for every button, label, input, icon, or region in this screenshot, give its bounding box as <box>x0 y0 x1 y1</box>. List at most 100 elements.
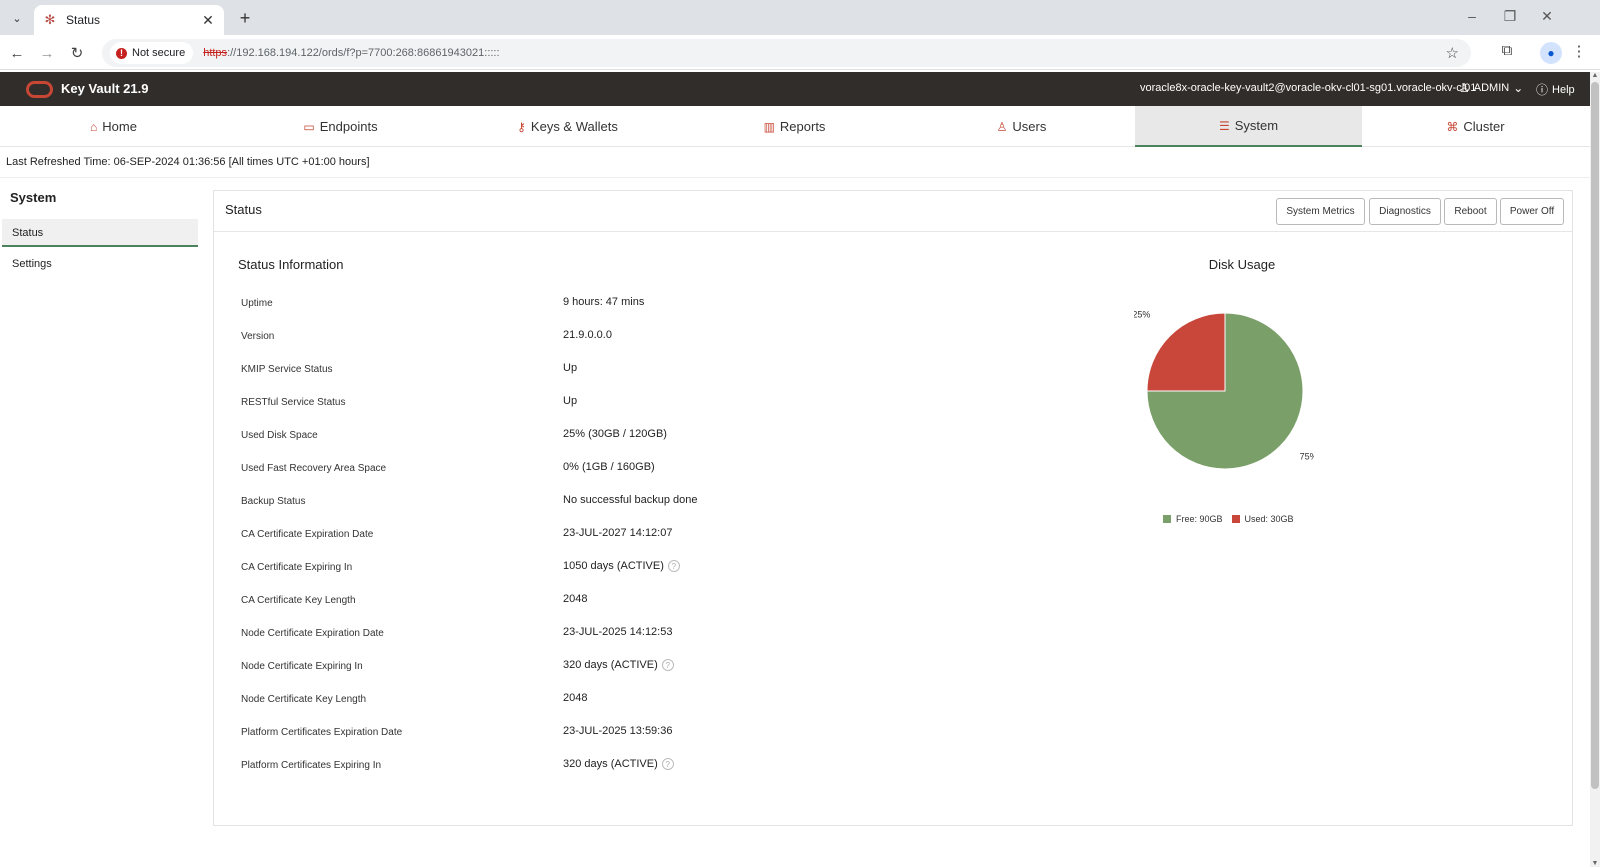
chevron-down-icon: ⌄ <box>1513 81 1524 95</box>
nav-label: Endpoints <box>319 119 378 134</box>
help-question-icon[interactable]: ? <box>667 560 680 572</box>
site-security-chip[interactable]: ! Not secure <box>110 42 194 64</box>
close-window-icon[interactable]: ✕ <box>1537 8 1557 25</box>
browser-tab-bar: ⌄ ✻ Status ✕ + – ❐ ✕ <box>0 0 1600 35</box>
legend-swatch-used <box>1231 515 1240 523</box>
reload-icon[interactable]: ↻ <box>66 42 88 64</box>
profile-avatar-icon[interactable]: ● <box>1540 42 1562 64</box>
pie-percent-label: 75% <box>1300 452 1314 462</box>
status-row: Node Certificate Key Length 2048 <box>241 690 941 710</box>
back-arrow-icon[interactable]: ← <box>6 42 28 64</box>
nav-tab-cluster[interactable]: ⌘ Cluster <box>1362 106 1589 147</box>
user-icon: ♙ <box>996 119 1008 134</box>
legend-item: Free: 90GB <box>1163 514 1223 524</box>
row-label: Used Fast Recovery Area Space <box>241 463 387 474</box>
panel-header: Status System Metrics Diagnostics Reboot… <box>214 191 1572 232</box>
help-label: Help <box>1552 83 1575 96</box>
help-circle-icon: ⓘ <box>1536 83 1549 97</box>
pie-percent-label: 25% <box>1134 309 1150 319</box>
system-metrics-button[interactable]: System Metrics <box>1276 198 1365 225</box>
url-text[interactable]: https://192.168.194.122/ords/f?p=7700:26… <box>203 47 499 59</box>
row-value: 320 days (ACTIVE)? <box>563 758 674 770</box>
nav-label: Cluster <box>1463 119 1505 134</box>
home-icon: ⌂ <box>90 119 98 134</box>
tab-title: Status <box>66 13 101 27</box>
network-icon: ⌘ <box>1446 119 1459 134</box>
help-link[interactable]: ⓘ Help <box>1536 81 1575 98</box>
row-value: 320 days (ACTIVE)? <box>563 659 674 671</box>
admin-label: ADMIN <box>1473 82 1510 94</box>
tab-search-chevron-icon[interactable]: ⌄ <box>6 7 28 29</box>
power-off-button[interactable]: Power Off <box>1500 198 1564 225</box>
diagnostics-button[interactable]: Diagnostics <box>1369 198 1441 225</box>
scroll-thumb[interactable] <box>1591 82 1599 789</box>
status-row: Uptime 9 hours: 47 mins <box>241 294 941 314</box>
sidebar-title: System <box>10 190 57 205</box>
nav-tab-endpoints[interactable]: ▭ Endpoints <box>227 106 454 147</box>
row-label: Node Certificate Expiration Date <box>241 628 384 639</box>
row-label: Backup Status <box>241 496 306 507</box>
row-label: Node Certificate Expiring In <box>241 661 363 672</box>
row-value: 23-JUL-2027 14:12:07 <box>563 527 673 539</box>
oracle-logo-icon <box>26 81 53 98</box>
new-tab-button[interactable]: + <box>234 7 256 29</box>
pie-slice-used[interactable] <box>1146 312 1226 392</box>
last-refreshed-text: Last Refreshed Time: 06-SEP-2024 01:36:5… <box>6 156 370 168</box>
monitor-icon: ▭ <box>303 119 315 134</box>
status-row: RESTful Service Status Up <box>241 393 941 413</box>
browser-tab[interactable]: ✻ Status ✕ <box>34 5 224 35</box>
minimize-window-icon[interactable]: – <box>1462 8 1482 24</box>
admin-user-menu[interactable]: ♙ ADMIN ⌄ <box>1459 81 1523 95</box>
legend-label: Used: 30GB <box>1244 514 1294 524</box>
help-question-icon[interactable]: ? <box>661 758 674 770</box>
status-row: Backup Status No successful backup done <box>241 492 941 512</box>
nav-tab-system[interactable]: ☰ System <box>1135 106 1362 147</box>
nav-tab-home[interactable]: ⌂ Home <box>0 106 227 147</box>
row-value: 0% (1GB / 160GB) <box>563 461 655 473</box>
tab-close-icon[interactable]: ✕ <box>200 12 216 29</box>
nav-label: Keys & Wallets <box>530 119 618 134</box>
page-scrollbar[interactable]: ▲ ▼ <box>1590 72 1600 867</box>
row-value: 2048 <box>563 692 588 704</box>
connected-user-string: voracle8x-oracle-key-vault2@voracle-okv-… <box>1140 82 1477 94</box>
legend-swatch-free <box>1163 515 1171 523</box>
status-panel: Status System Metrics Diagnostics Reboot… <box>213 190 1573 826</box>
status-row: Node Certificate Expiring In 320 days (A… <box>241 657 941 677</box>
sidebar-item-settings[interactable]: Settings <box>2 250 198 278</box>
row-label: RESTful Service Status <box>241 397 346 408</box>
row-label: Used Disk Space <box>241 430 318 441</box>
legend-item: Used: 30GB <box>1231 514 1294 524</box>
row-label: Node Certificate Key Length <box>241 694 367 705</box>
extensions-icon[interactable]: ⧉ <box>1496 42 1518 59</box>
address-bar[interactable]: ! Not secure https://192.168.194.122/ord… <box>102 39 1471 67</box>
reboot-button[interactable]: Reboot <box>1444 198 1497 225</box>
row-value: 21.9.0.0.0 <box>563 329 612 341</box>
app-favicon-icon: ✻ <box>44 12 56 27</box>
panel-title: Status <box>225 202 262 217</box>
status-information-title: Status Information <box>238 257 344 272</box>
nav-tab-users[interactable]: ♙ Users <box>908 106 1135 147</box>
browser-toolbar: ← → ↻ ! Not secure https://192.168.194.1… <box>0 35 1600 70</box>
nav-tab-keys-wallets[interactable]: ⚷ Keys & Wallets <box>454 106 681 147</box>
sidebar-item-status[interactable]: Status <box>2 219 198 247</box>
nav-label: System <box>1234 118 1279 133</box>
chart-title: Disk Usage <box>1208 257 1276 272</box>
browser-menu-icon[interactable]: ⋮ <box>1568 42 1590 60</box>
scroll-down-arrow-icon[interactable]: ▼ <box>1590 860 1600 867</box>
row-label: CA Certificate Expiration Date <box>241 529 374 540</box>
scroll-up-arrow-icon[interactable]: ▲ <box>1590 72 1600 79</box>
bookmark-star-icon[interactable]: ☆ <box>1446 44 1459 62</box>
chart-legend: Free: 90GB Used: 30GB <box>1163 514 1294 524</box>
forward-arrow-icon[interactable]: → <box>36 42 58 64</box>
divider <box>0 177 1590 178</box>
status-row: CA Certificate Key Length 2048 <box>241 591 941 611</box>
help-question-icon[interactable]: ? <box>661 659 674 671</box>
row-value: 1050 days (ACTIVE)? <box>563 560 680 572</box>
restore-window-icon[interactable]: ❐ <box>1500 8 1520 25</box>
status-row: Version 21.9.0.0.0 <box>241 327 941 347</box>
status-row: KMIP Service Status Up <box>241 360 941 380</box>
row-value: Up <box>563 395 578 407</box>
row-label: Version <box>241 331 275 342</box>
row-value: 23-JUL-2025 13:59:36 <box>563 725 673 737</box>
nav-tab-reports[interactable]: ▥ Reports <box>681 106 908 147</box>
